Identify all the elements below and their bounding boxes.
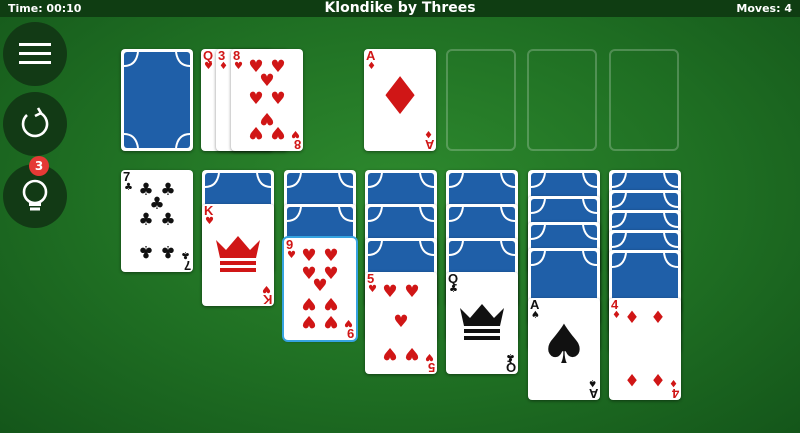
foundation-4[interactable] (609, 49, 679, 151)
lightbulb-icon (22, 179, 48, 211)
menu-button[interactable] (3, 22, 67, 86)
menu-icon (19, 43, 51, 64)
tableau-2-card[interactable]: K ♥ K ♥ (202, 204, 274, 306)
tableau-5-card[interactable]: Q ♣ Q ♣ (446, 272, 518, 374)
tableau-7-card[interactable]: 4 ♦ ♦ ♦ ♦ ♦ 4 ♦ (609, 298, 681, 400)
crown-icon (216, 236, 260, 272)
waste-card-top[interactable]: 8 ♥ ♥ ♥ ♥ ♥ ♥ ♥ ♥ ♥ 8 ♥ (231, 49, 303, 151)
top-bar: Time: 00:10 Klondike by Threes Moves: 4 (0, 0, 800, 17)
foundation-1[interactable]: A ♦ ♦ A ♦ (364, 49, 436, 151)
game-title: Klondike by Threes (324, 0, 476, 16)
tableau-1-card[interactable]: 7 ♣ ♣ ♣ ♣ ♣ ♣ ♣ ♣ 7 ♣ (121, 170, 193, 272)
hint-count-badge: 3 (29, 156, 49, 176)
undo-button[interactable] (3, 92, 67, 156)
tableau-4-card[interactable]: 5 ♥ ♥ ♥ ♥ ♥ ♥ 5 ♥ (365, 272, 437, 374)
tableau-3-card-selected[interactable]: 9 ♥ ♥ ♥ ♥ ♥ ♥ ♥ ♥ ♥ ♥ 9 ♥ (284, 238, 356, 340)
stock-pile[interactable] (121, 49, 193, 151)
foundation-2[interactable] (446, 49, 516, 151)
tableau-6-card[interactable]: A ♠ ♠ A ♠ (528, 298, 600, 400)
crown-icon (460, 304, 504, 340)
move-counter: Moves: 4 (736, 2, 792, 15)
undo-icon (21, 107, 49, 138)
foundation-3[interactable] (527, 49, 597, 151)
